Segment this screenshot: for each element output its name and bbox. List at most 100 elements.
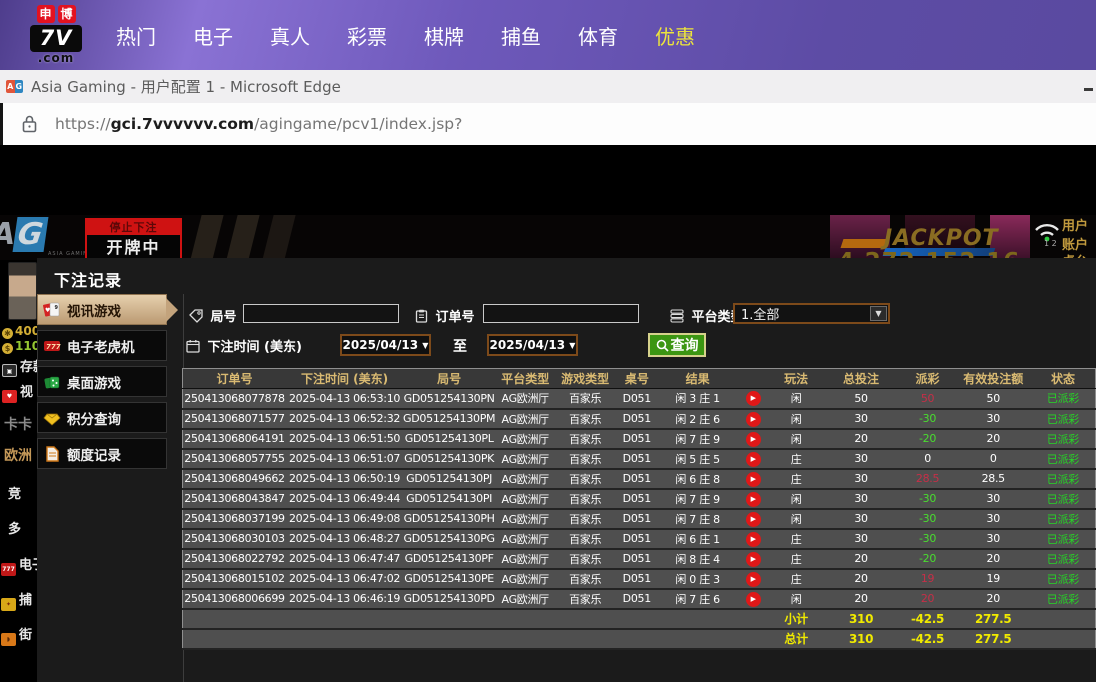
nav-item-lottery[interactable]: 彩票: [347, 21, 387, 50]
cell-payout: -30: [899, 508, 956, 530]
round-no-input[interactable]: [243, 304, 399, 323]
play-video-icon[interactable]: ▶: [745, 471, 761, 487]
cell-valid_bet: 50: [955, 388, 1031, 410]
avatar[interactable]: [8, 262, 37, 320]
cell-payout: 50: [899, 388, 956, 410]
cell-time: 2025-04-13 06:51:50: [286, 428, 404, 450]
search-button[interactable]: 查询: [648, 333, 706, 357]
cell-order_id: 250413068006699: [182, 588, 287, 610]
summary-cell: [736, 608, 770, 630]
cell-game_type: 百家乐: [555, 448, 616, 470]
site-nav-items: 热门 电子 真人 彩票 棋牌 捕鱼 体育 优惠: [116, 0, 695, 70]
play-video-icon[interactable]: ▶: [745, 591, 761, 607]
nav-item-fishing[interactable]: 捕鱼: [501, 21, 541, 50]
cell-order_id: 250413068077878: [182, 388, 287, 410]
browser-urlbar[interactable]: https://gci.7vvvvvv.com/agingame/pcv1/in…: [0, 103, 1096, 145]
play-video-icon[interactable]: ▶: [745, 411, 761, 427]
cell-table_no: D051: [615, 428, 659, 450]
cell-result: 闲 0 庄 3: [658, 568, 737, 590]
summary-cell: [555, 628, 616, 650]
cell-status: 已派彩: [1030, 388, 1096, 410]
cell-valid_bet: 30: [955, 408, 1031, 430]
cell-table_no: D051: [615, 448, 659, 470]
cell-game_no: GD051254130PM: [403, 408, 496, 430]
summary-cell: [403, 608, 496, 630]
cell-platform: AG欧洲厅: [495, 528, 556, 550]
cell-time: 2025-04-13 06:50:19: [286, 468, 404, 490]
date-from-picker[interactable]: 2025/04/13 ▼: [340, 334, 431, 356]
cell-play_btn: ▶: [736, 388, 770, 410]
play-video-icon[interactable]: ▶: [745, 491, 761, 507]
sidebar-video-games-frag[interactable]: ♥ 视: [2, 381, 33, 403]
cell-valid_bet: 20: [955, 548, 1031, 570]
summary-cell: [555, 608, 616, 630]
sidebar-item-slot-machines[interactable]: 777 电子老虎机: [37, 330, 167, 361]
lobby-item-fishing[interactable]: ✦ 捕: [1, 589, 32, 611]
site-logo[interactable]: 申 博 7V .com: [30, 5, 82, 65]
cell-status: 已派彩: [1030, 488, 1096, 510]
play-video-icon[interactable]: ▶: [745, 511, 761, 527]
logo-char-1: 申: [36, 5, 55, 23]
url-text[interactable]: https://gci.7vvvvvv.com/agingame/pcv1/in…: [55, 115, 462, 133]
cell-table_no: D051: [615, 388, 659, 410]
sidebar-item-video-games[interactable]: 9 ♥ 视讯游戏: [37, 294, 178, 325]
nav-item-sports[interactable]: 体育: [578, 21, 618, 50]
summary-cell: [1030, 628, 1096, 650]
nav-item-hot[interactable]: 热门: [116, 21, 156, 50]
play-video-icon[interactable]: ▶: [745, 531, 761, 547]
cell-platform: AG欧洲厅: [495, 448, 556, 470]
chevron-down-icon: ▼: [870, 306, 887, 321]
cell-play: 闲: [769, 508, 823, 530]
cell-play: 庄: [769, 448, 823, 470]
sidebar-item-points-query[interactable]: 积分查询: [37, 402, 167, 433]
play-video-icon[interactable]: ▶: [745, 391, 761, 407]
cell-payout: -20: [899, 548, 956, 570]
cell-play_btn: ▶: [736, 408, 770, 430]
bet-time-label: 下注时间 (美东): [186, 336, 302, 355]
svg-text:777: 777: [46, 343, 61, 351]
summary-cell: -42.5: [899, 608, 956, 630]
cell-platform: AG欧洲厅: [495, 468, 556, 490]
coin-icon: ✱: [2, 328, 13, 339]
screen: 申 博 7V .com 热门 电子 真人 彩票 棋牌 捕鱼 体育 优惠 AG A…: [0, 0, 1096, 682]
bet-records-table: 订单号 下注时间 (美东) 局号 平台类型 游戏类型 桌号 结果 玩法 总投注 派彩 有效投注额 状态…: [182, 368, 1096, 650]
nav-item-slots[interactable]: 电子: [193, 21, 233, 50]
cell-platform: AG欧洲厅: [495, 408, 556, 430]
lobby-item-arcade[interactable]: ◗ 街: [1, 624, 32, 646]
nav-item-cards[interactable]: 棋牌: [424, 21, 464, 50]
cell-game_no: GD051254130PE: [403, 568, 496, 590]
play-video-icon[interactable]: ▶: [745, 431, 761, 447]
sidebar-item-credit-records[interactable]: 额度记录: [37, 438, 167, 469]
cell-play: 庄: [769, 548, 823, 570]
cell-payout: 0: [899, 448, 956, 470]
cell-valid_bet: 30: [955, 488, 1031, 510]
user-info-labels: 用户 账户: [1062, 217, 1088, 255]
date-to-picker[interactable]: 2025/04/13 ▼: [487, 334, 578, 356]
cell-game_no: GD051254130PJ: [403, 468, 496, 490]
lobby-item-kk[interactable]: 卡卡: [4, 414, 32, 434]
play-video-icon[interactable]: ▶: [745, 451, 761, 467]
play-video-icon[interactable]: ▶: [745, 571, 761, 587]
cell-time: 2025-04-13 06:52:32: [286, 408, 404, 430]
url-domain: gci.7vvvvvv.com: [110, 115, 255, 133]
sidebar-item-label: 桌面游戏: [67, 375, 121, 392]
nav-item-promo[interactable]: 优惠: [655, 21, 695, 50]
svg-text:♥: ♥: [45, 307, 50, 314]
table-row: 250413068071577 2025-04-13 06:52:32 GD0512…: [182, 408, 1096, 430]
platform-type-select[interactable]: 1.全部 ▼: [733, 303, 890, 324]
sidebar-item-label: 视讯游戏: [67, 303, 121, 320]
lobby-item-duo[interactable]: 多: [8, 518, 21, 537]
column-header: 玩法: [769, 368, 823, 389]
play-video-icon[interactable]: ▶: [745, 551, 761, 567]
cell-game_type: 百家乐: [555, 548, 616, 570]
cell-valid_bet: 30: [955, 528, 1031, 550]
sidebar-item-table-games[interactable]: 桌面游戏: [37, 366, 167, 397]
lobby-item-jing[interactable]: 竞: [8, 483, 21, 502]
cell-play: 闲: [769, 428, 823, 450]
cell-valid_bet: 19: [955, 568, 1031, 590]
order-no-input[interactable]: [483, 304, 639, 323]
nav-item-live[interactable]: 真人: [270, 21, 310, 50]
lobby-item-europe[interactable]: 欧洲: [4, 445, 32, 465]
bet-records-modal: 下注记录 9 ♥ 视讯游戏 777 电子老虎机 桌面游戏 积分查询 额度记录 局…: [37, 258, 1096, 682]
table-row: 250413068064191 2025-04-13 06:51:50 GD0512…: [182, 428, 1096, 450]
